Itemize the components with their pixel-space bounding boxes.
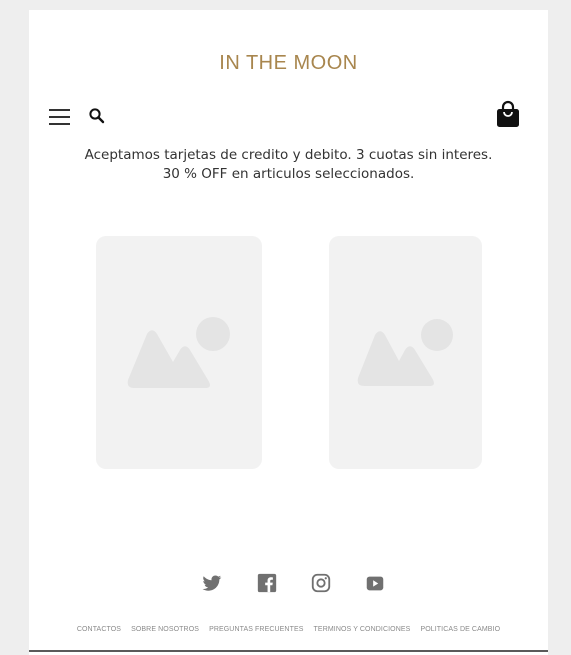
- image-placeholder-icon: [357, 319, 453, 386]
- footer-link-sobre-nosotros[interactable]: SOBRE NOSOTROS: [131, 626, 199, 633]
- bottom-divider: [29, 650, 548, 652]
- brand-logo[interactable]: IN THE MOON: [29, 52, 548, 75]
- youtube-icon[interactable]: [364, 572, 386, 594]
- facebook-icon[interactable]: [256, 572, 278, 594]
- footer-link-preguntas-frecuentes[interactable]: PREGUNTAS FRECUENTES: [209, 626, 303, 633]
- footer-link-contactos[interactable]: CONTACTOS: [77, 626, 121, 633]
- product-card[interactable]: [96, 236, 262, 469]
- shopping-bag-icon[interactable]: [495, 100, 521, 128]
- twitter-icon[interactable]: [201, 572, 223, 594]
- page-container: IN THE MOON Aceptamos tarjetas de credit…: [29, 10, 548, 655]
- image-placeholder-icon: [127, 317, 230, 388]
- announcement-line-2: 30 % OFF en articulos seleccionados.: [162, 166, 415, 182]
- search-icon[interactable]: [87, 106, 107, 126]
- footer-link-terminos-y-condiciones[interactable]: TERMINOS Y CONDICIONES: [314, 626, 411, 633]
- footer-links: CONTACTOS SOBRE NOSOTROS PREGUNTAS FRECU…: [29, 626, 548, 633]
- announcement-line-1: Aceptamos tarjetas de credito y debito. …: [84, 147, 493, 163]
- footer-link-politicas-de-cambio[interactable]: POLITICAS DE CAMBIO: [420, 626, 500, 633]
- product-card[interactable]: [329, 236, 482, 469]
- announcement-bar: Aceptamos tarjetas de credito y debito. …: [29, 146, 548, 184]
- instagram-icon[interactable]: [310, 572, 332, 594]
- hamburger-menu-icon[interactable]: [48, 109, 72, 127]
